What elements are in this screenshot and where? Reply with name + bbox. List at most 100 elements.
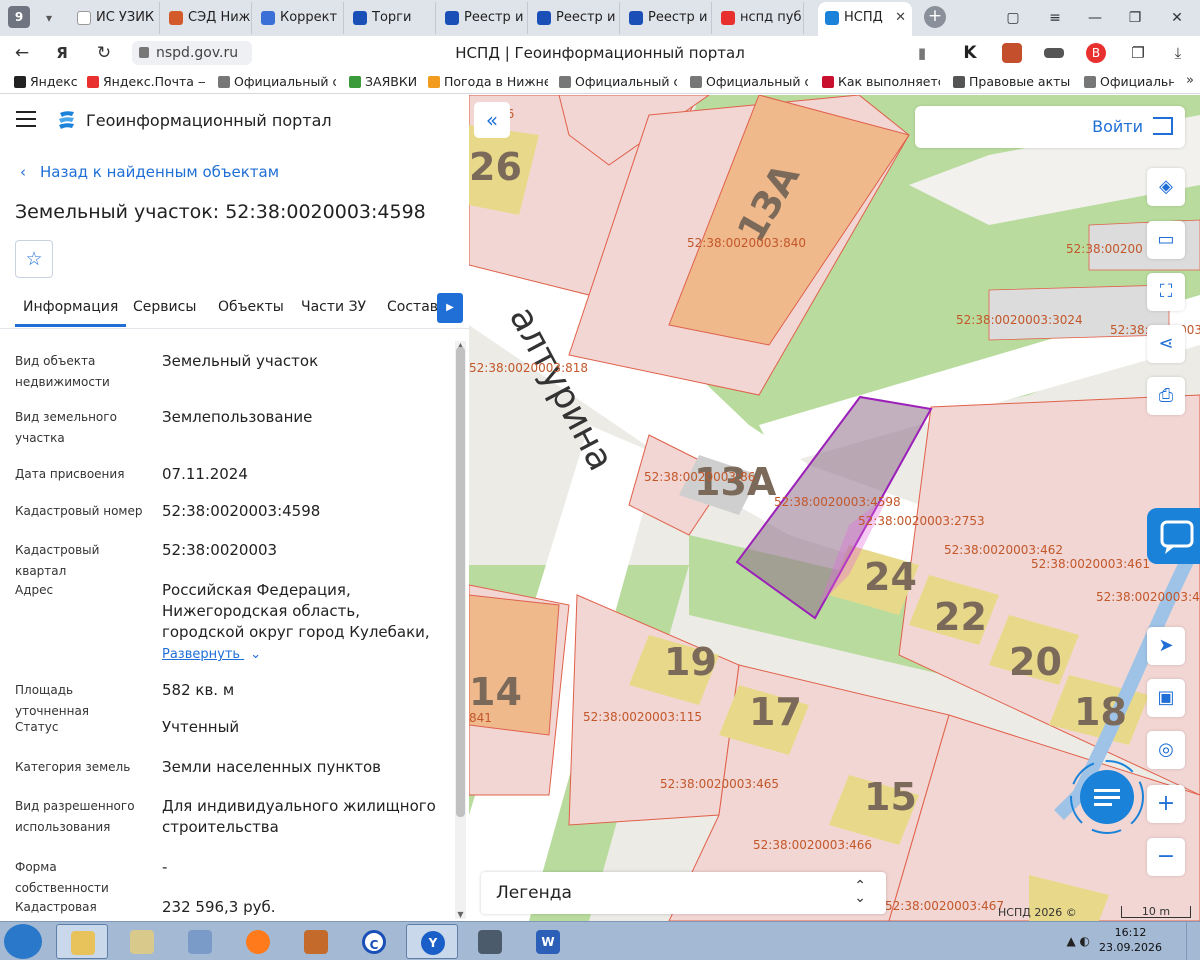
- search-location-icon[interactable]: ◎: [1147, 731, 1185, 769]
- bookmark-item[interactable]: Официальный са: [557, 73, 677, 91]
- restore-button[interactable]: ❐: [1122, 6, 1148, 30]
- tab-parts[interactable]: Части ЗУ: [301, 299, 366, 324]
- chat-icon: [1160, 520, 1194, 554]
- menu-icon[interactable]: ≡: [1042, 6, 1068, 30]
- url-field[interactable]: nspd.gov.ru: [132, 41, 252, 65]
- taskbar-yandex[interactable]: Y: [406, 924, 458, 959]
- weather-icon: [428, 76, 440, 88]
- bookmarks-more-icon[interactable]: »: [1186, 73, 1194, 88]
- house-number: 18: [1074, 690, 1127, 734]
- system-clock[interactable]: 16:12 23.09.2026: [1099, 925, 1162, 955]
- bookmark-item[interactable]: Яндекс.Почта — 6: [85, 73, 205, 91]
- layers-icon[interactable]: ◈: [1147, 168, 1185, 206]
- bookmark-item[interactable]: ЗАЯВКИ: [347, 73, 417, 91]
- firefox-icon: [246, 930, 270, 954]
- tab-objects[interactable]: Объекты: [218, 299, 284, 324]
- browser-tab-strip: 9 ▾ ИС УЗИК СЭД Ниж Коррект Торги Реестр…: [0, 0, 1200, 36]
- tabs-scroll-right-icon[interactable]: ▶: [437, 293, 463, 323]
- property-value: -: [162, 858, 168, 876]
- bookmark-icon[interactable]: ▮: [912, 43, 932, 63]
- bookmark-item[interactable]: Как выполняется: [820, 73, 940, 91]
- taskbar-app[interactable]: [290, 924, 342, 959]
- bookmark-item[interactable]: Правовые акты | Г: [951, 73, 1071, 91]
- share-icon[interactable]: ⋖: [1147, 325, 1185, 363]
- browser-tab[interactable]: Коррект: [254, 2, 344, 34]
- browser-tab[interactable]: нспд пуб: [714, 2, 804, 34]
- zoom-out-button[interactable]: −: [1147, 838, 1185, 876]
- property-label: Кадастровая: [15, 900, 97, 914]
- tab-services[interactable]: Сервисы: [133, 299, 196, 324]
- taskbar-app[interactable]: [174, 924, 226, 959]
- download-icon[interactable]: ⤓: [1168, 43, 1188, 63]
- yandex-logo-icon[interactable]: Я: [50, 41, 74, 65]
- extension-b-icon[interactable]: B: [1086, 43, 1106, 63]
- tray-icons[interactable]: ▲ ◐: [1066, 934, 1090, 948]
- property-value: Земельный участок: [162, 352, 319, 370]
- start-button[interactable]: [4, 924, 42, 959]
- browser-tab[interactable]: Реестр и: [530, 2, 620, 34]
- select-area-icon[interactable]: ⛶: [1147, 273, 1185, 311]
- taskbar-app[interactable]: C: [348, 924, 400, 959]
- tab-composition[interactable]: Состав: [387, 299, 438, 324]
- legend-dropdown[interactable]: Легенда ⌃ ⌄: [481, 872, 886, 914]
- chat-bubble-button[interactable]: [1067, 757, 1147, 837]
- browser-tab[interactable]: Реестр и: [622, 2, 712, 34]
- bookmark-item[interactable]: Погода в Нижнем: [426, 73, 548, 91]
- house-number: 17: [749, 690, 802, 734]
- portal-name: Геоинформационный портал: [86, 111, 332, 130]
- back-to-results-link[interactable]: ‹ Назад к найденным объектам: [20, 163, 279, 181]
- close-tab-icon[interactable]: ✕: [895, 2, 906, 34]
- browser-tab[interactable]: СЭД Ниж: [162, 2, 252, 34]
- bookmark-item[interactable]: Официальный са: [688, 73, 808, 91]
- hamburger-menu-icon[interactable]: [16, 111, 36, 127]
- login-button[interactable]: Войти: [915, 106, 1185, 148]
- bookmark-item[interactable]: Яндекс: [12, 73, 82, 91]
- c-app-icon: C: [362, 930, 386, 954]
- property-value: Учтенный: [162, 718, 240, 736]
- extension-icon[interactable]: [1002, 43, 1022, 63]
- sed-icon: [169, 11, 183, 25]
- ruler-icon[interactable]: ▭: [1147, 221, 1185, 259]
- gmail-icon: [349, 76, 361, 88]
- extension-k-icon[interactable]: K: [960, 43, 980, 63]
- extension-icon[interactable]: [1044, 48, 1064, 58]
- zoom-in-button[interactable]: +: [1147, 785, 1185, 823]
- collections-icon[interactable]: ❐: [1128, 43, 1148, 63]
- print-icon[interactable]: ⎙: [1147, 377, 1185, 415]
- show-desktop-button[interactable]: [1186, 922, 1200, 960]
- favorite-star-button[interactable]: ☆: [15, 240, 53, 278]
- tab-information[interactable]: Информация: [15, 299, 127, 327]
- house-number: 22: [934, 595, 987, 639]
- panel-scrollbar[interactable]: ▲ ▼: [455, 341, 466, 919]
- back-arrow-icon[interactable]: ←: [10, 41, 34, 65]
- tab-count-badge[interactable]: 9: [8, 6, 30, 28]
- minimap-icon[interactable]: ▣: [1147, 679, 1185, 717]
- browser-tab[interactable]: Торги: [346, 2, 436, 34]
- taskbar-firefox[interactable]: [232, 924, 284, 959]
- property-label: Статус: [15, 720, 59, 734]
- tab-list-chevron-icon[interactable]: ▾: [38, 8, 60, 28]
- bookmark-item[interactable]: Официальн: [1082, 73, 1174, 91]
- collapse-panel-icon[interactable]: «: [474, 102, 510, 138]
- taskbar-app[interactable]: [116, 924, 168, 959]
- browser-tab[interactable]: ИС УЗИК: [70, 2, 160, 34]
- help-chat-tab[interactable]: [1147, 508, 1200, 564]
- taskbar-word[interactable]: W: [522, 924, 574, 959]
- browser-tab[interactable]: Реестр и: [438, 2, 528, 34]
- copyright-text: НСПД 2026 ©: [998, 906, 1077, 919]
- scroll-down-icon[interactable]: ▼: [455, 910, 466, 919]
- browser-tab-active[interactable]: НСПД ✕: [818, 2, 912, 36]
- minimize-button[interactable]: —: [1082, 6, 1108, 30]
- new-tab-button[interactable]: +: [924, 6, 946, 28]
- reload-icon[interactable]: ↻: [92, 41, 116, 65]
- address-bar: ← Я ↻ nspd.gov.ru НСПД | Геоинформационн…: [0, 36, 1200, 70]
- expand-address-link[interactable]: Развернуть ⌄: [162, 647, 261, 662]
- taskbar-explorer[interactable]: [56, 924, 108, 959]
- tab-manager-icon[interactable]: ▢: [1000, 6, 1026, 30]
- close-window-button[interactable]: ✕: [1164, 6, 1190, 30]
- map-view[interactable]: алтурина 26 13А 13А 24 22 20 18 19 17 15…: [469, 95, 1200, 921]
- scrollbar-thumb[interactable]: [456, 347, 465, 817]
- bookmark-item[interactable]: Официальный са: [216, 73, 336, 91]
- geolocation-icon[interactable]: ➤: [1147, 627, 1185, 665]
- taskbar-app[interactable]: [464, 924, 516, 959]
